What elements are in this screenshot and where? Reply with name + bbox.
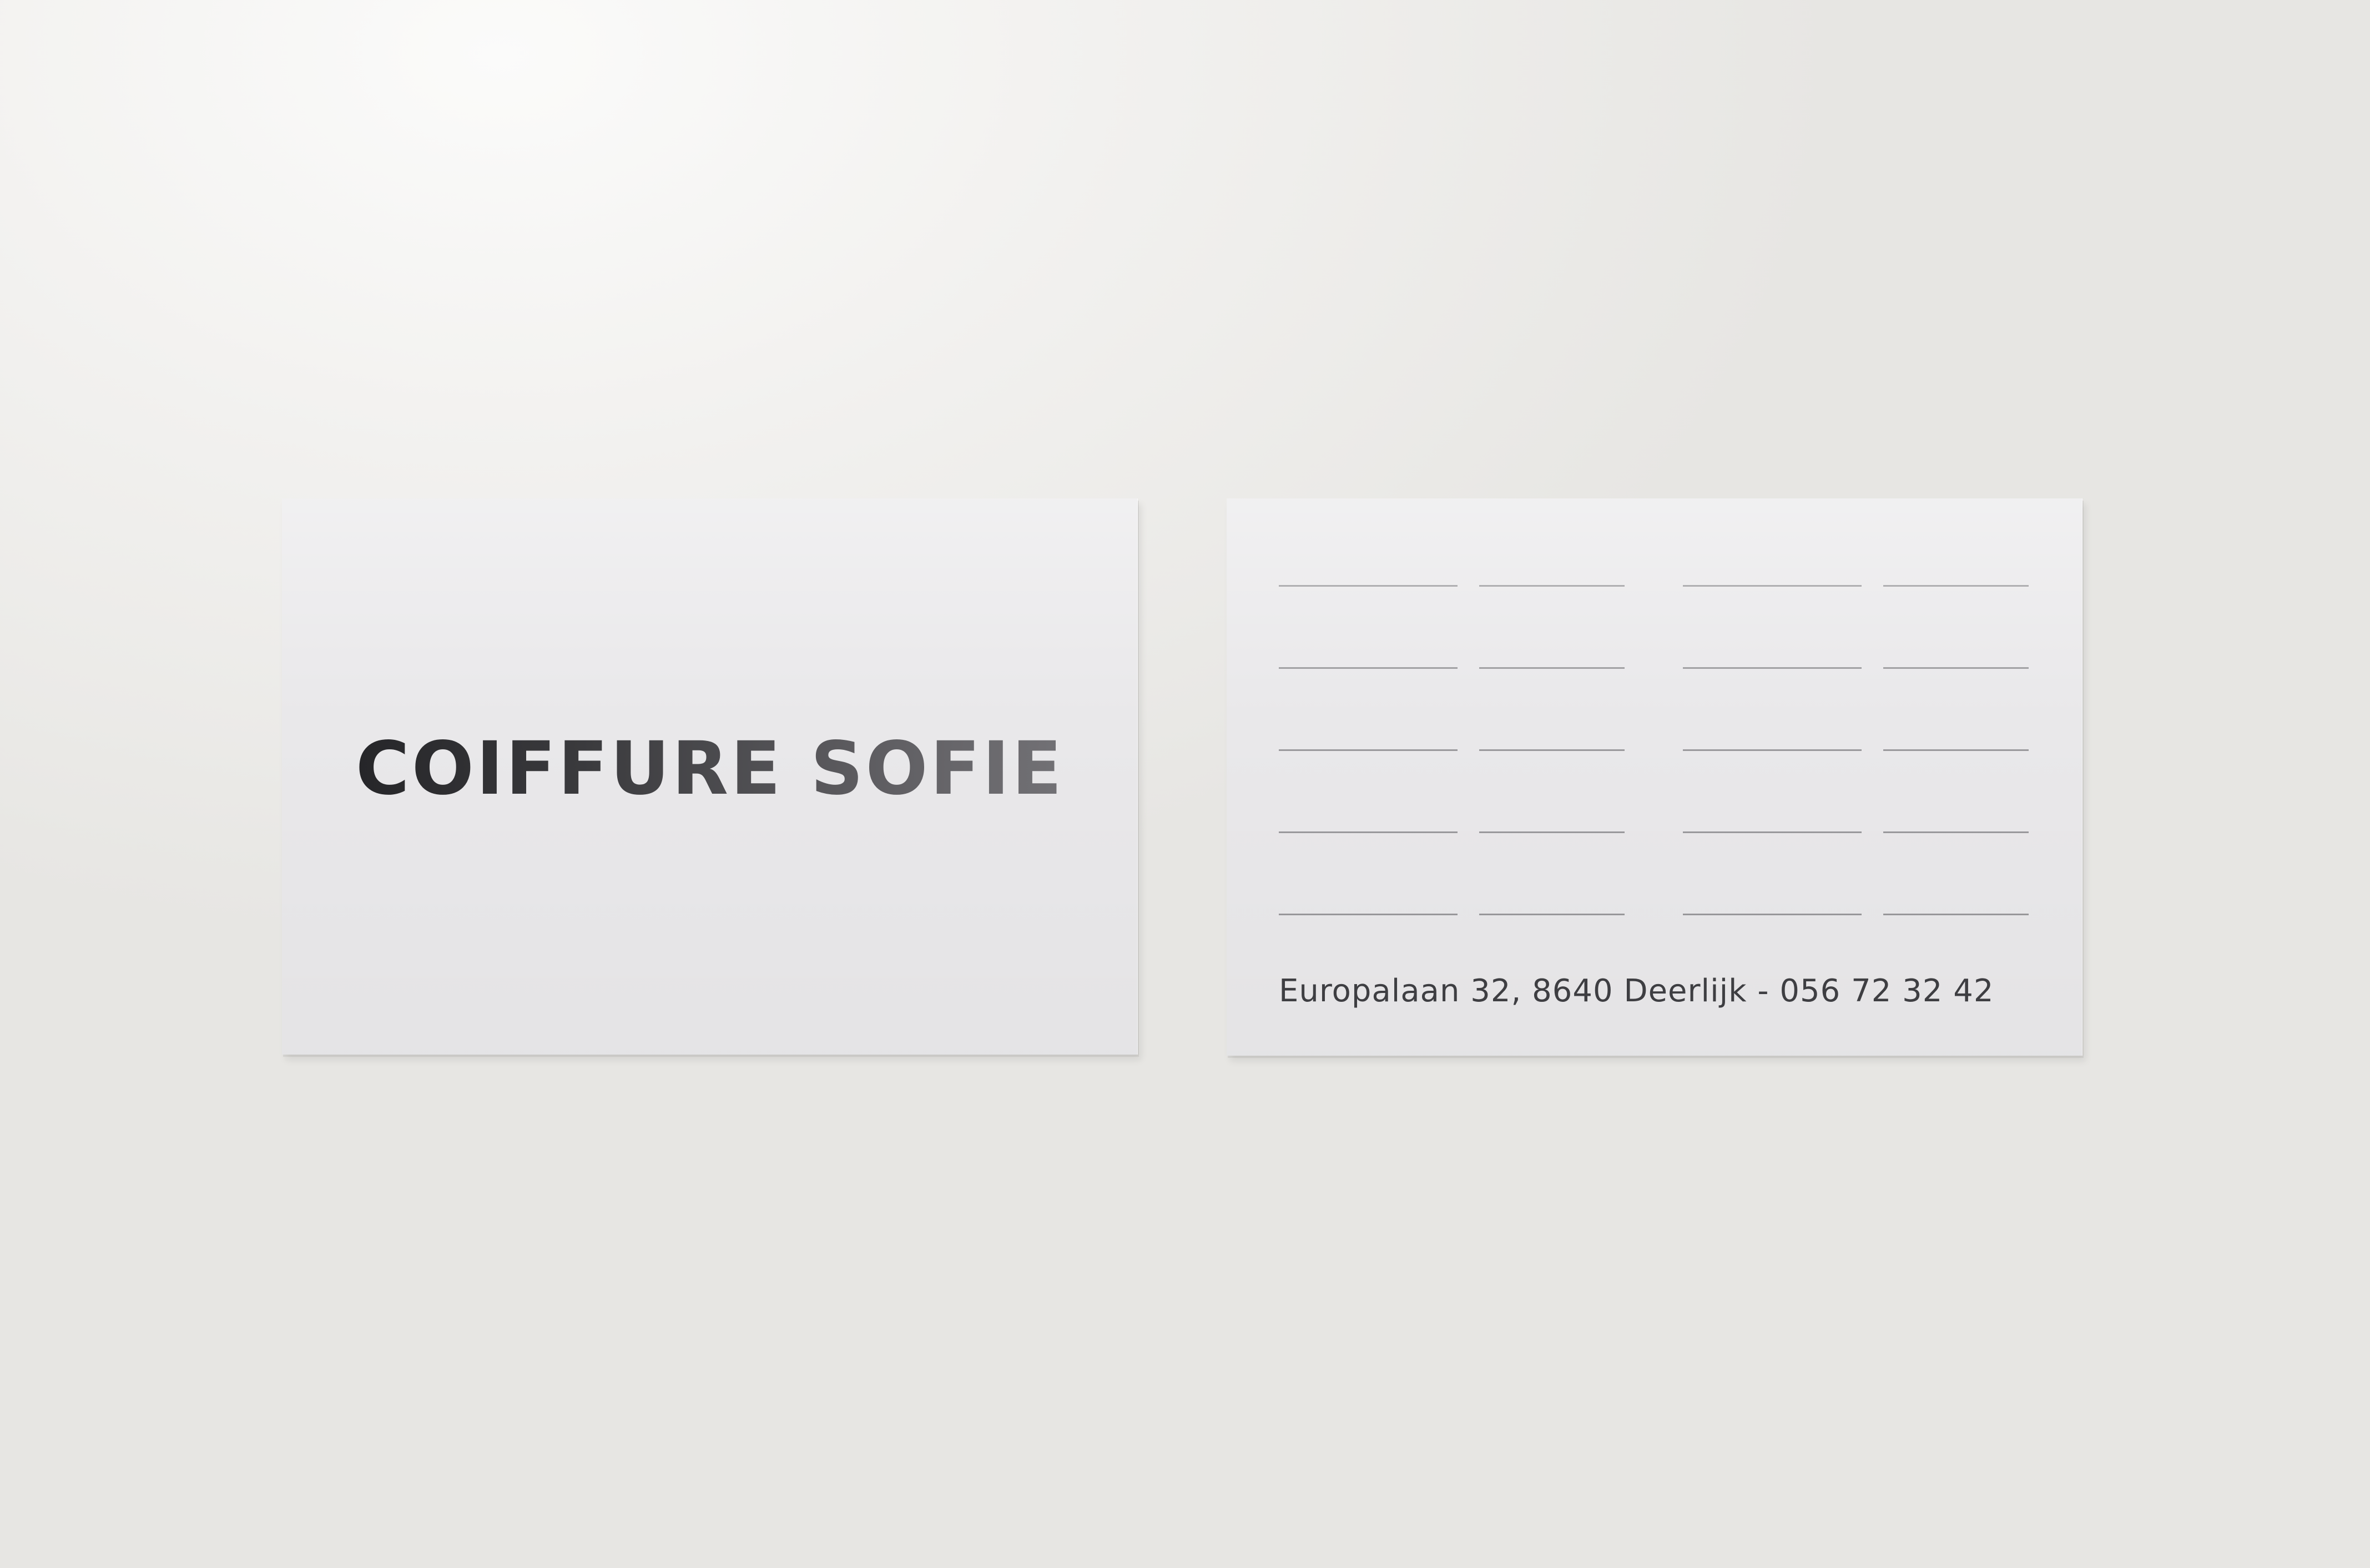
appointment-blank-line xyxy=(1883,914,2029,915)
appointment-blank-line xyxy=(1883,585,2029,587)
appointment-blank-line xyxy=(1883,667,2029,669)
appointment-blank-line xyxy=(1479,585,1625,587)
appointment-blank-line xyxy=(1279,914,1458,915)
appointment-blank-line xyxy=(1279,585,1458,587)
business-card-front: COIFFURE SOFIE xyxy=(282,498,1138,1055)
appointment-blank-line xyxy=(1683,585,1862,587)
appointment-blank-line xyxy=(1479,667,1625,669)
appointment-blank-line xyxy=(1279,667,1458,669)
appointment-blank-line xyxy=(1479,831,1625,833)
appointment-blank-line xyxy=(1683,667,1862,669)
appointment-blank-line xyxy=(1683,749,1862,751)
business-card-back: Europalaan 32, 8640 Deerlijk - 056 72 32… xyxy=(1227,498,2082,1056)
appointment-blank-line xyxy=(1683,914,1862,915)
address-line: Europalaan 32, 8640 Deerlijk - 056 72 32… xyxy=(1279,973,1994,1009)
appointment-blank-line xyxy=(1279,749,1458,751)
appointment-blank-line xyxy=(1479,749,1625,751)
appointment-blank-line xyxy=(1683,831,1862,833)
appointment-blank-line xyxy=(1279,831,1458,833)
appointment-blank-line xyxy=(1883,831,2029,833)
appointment-blank-line xyxy=(1479,914,1625,915)
brand-name: COIFFURE SOFIE xyxy=(282,726,1138,811)
appointment-blank-line xyxy=(1883,749,2029,751)
